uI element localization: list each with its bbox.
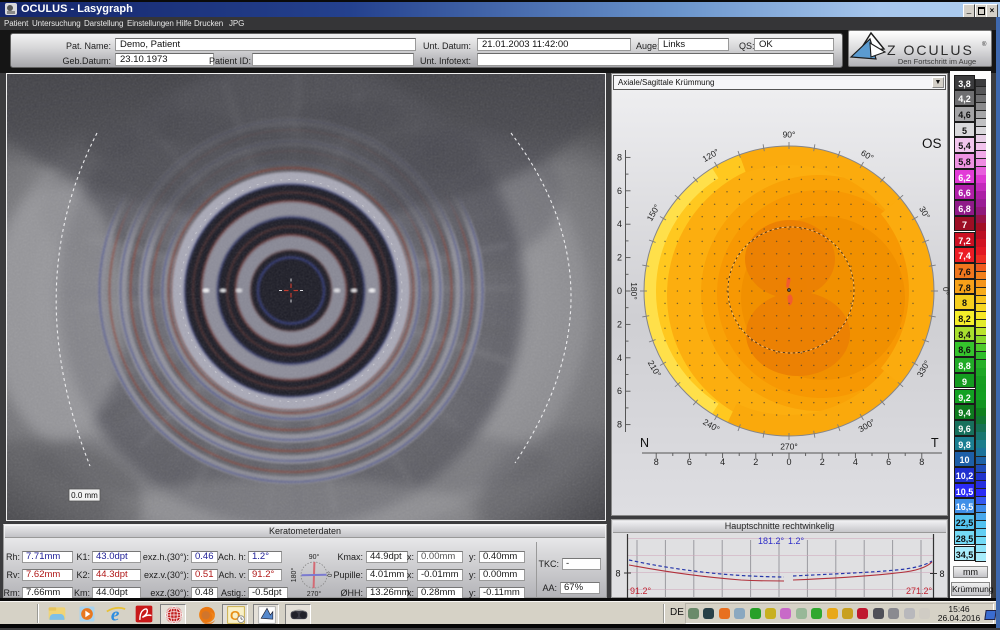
svg-text:Z OCULUS: Z OCULUS [887, 42, 974, 58]
svg-text:T: T [931, 436, 939, 450]
svg-text:30°: 30° [917, 205, 932, 221]
svg-text:2: 2 [617, 253, 622, 263]
svg-text:0°: 0° [941, 287, 949, 295]
svg-text:271.2°: 271.2° [906, 586, 933, 596]
svg-text:150°: 150° [645, 203, 662, 223]
svg-text:240°: 240° [701, 417, 721, 434]
svg-text:330°: 330° [915, 359, 932, 379]
svg-text:4: 4 [720, 457, 725, 467]
svg-text:2: 2 [617, 319, 622, 329]
svg-text:90°: 90° [783, 129, 796, 139]
svg-text:180°: 180° [291, 568, 298, 583]
svg-text:91.2°: 91.2° [630, 586, 652, 596]
svg-text:4: 4 [617, 353, 622, 363]
svg-text:1.2°: 1.2° [788, 536, 805, 546]
svg-text:8: 8 [939, 569, 944, 579]
svg-text:N: N [640, 436, 649, 450]
svg-text:90°: 90° [309, 553, 320, 561]
svg-text:120°: 120° [701, 147, 721, 164]
svg-text:0°: 0° [328, 571, 334, 577]
svg-text:0: 0 [786, 457, 791, 467]
svg-text:270°: 270° [780, 441, 798, 451]
svg-text:®: ® [982, 41, 987, 48]
svg-text:8: 8 [617, 420, 622, 430]
svg-text:270°: 270° [307, 590, 322, 597]
svg-text:0.0 mm: 0.0 mm [71, 491, 98, 500]
svg-text:60°: 60° [859, 148, 875, 163]
svg-text:OS: OS [922, 136, 942, 151]
svg-text:6: 6 [886, 457, 891, 467]
svg-text:300°: 300° [857, 417, 877, 434]
svg-text:2: 2 [753, 457, 758, 467]
svg-text:2: 2 [820, 457, 825, 467]
svg-text:181.2°: 181.2° [758, 536, 785, 546]
svg-text:0: 0 [617, 286, 622, 296]
svg-text:8: 8 [654, 457, 659, 467]
svg-text:8: 8 [615, 569, 620, 579]
svg-text:4: 4 [617, 219, 622, 229]
svg-text:210°: 210° [646, 359, 663, 379]
svg-text:6: 6 [687, 457, 692, 467]
svg-text:8: 8 [919, 457, 924, 467]
svg-text:6: 6 [617, 386, 622, 396]
svg-text:4: 4 [853, 457, 858, 467]
svg-text:Den Fortschritt im Auge: Den Fortschritt im Auge [898, 57, 976, 66]
svg-text:8: 8 [617, 152, 622, 162]
svg-text:6: 6 [617, 186, 622, 196]
